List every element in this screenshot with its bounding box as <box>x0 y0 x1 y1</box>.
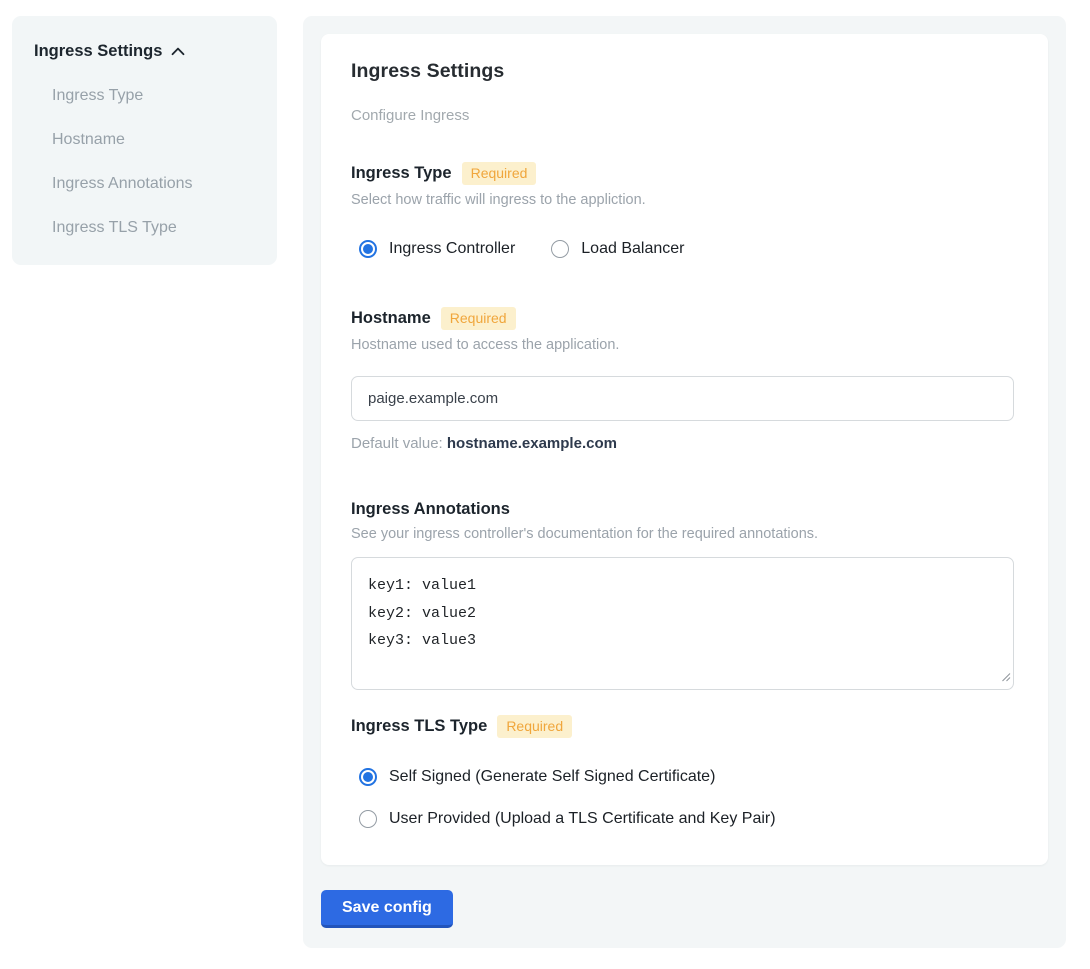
sidebar-item-ingress-annotations[interactable]: Ingress Annotations <box>52 175 257 193</box>
radio-option-ingress-controller[interactable]: Ingress Controller <box>359 240 515 258</box>
section-ingress-tls-type: Ingress TLS Type Required Self Signed (G… <box>351 715 1016 828</box>
hostname-description: Hostname used to access the application. <box>351 337 1016 353</box>
ingress-tls-type-label: Ingress TLS Type <box>351 717 487 736</box>
hostname-input[interactable] <box>351 376 1014 421</box>
chevron-up-icon <box>171 42 185 61</box>
ingress-settings-card: Ingress Settings Configure Ingress Ingre… <box>321 34 1048 865</box>
sidebar-item-list: Ingress Type Hostname Ingress Annotation… <box>34 87 257 237</box>
sidebar-item-hostname[interactable]: Hostname <box>52 131 257 149</box>
hostname-label: Hostname <box>351 309 431 328</box>
section-hostname: Hostname Required Hostname used to acces… <box>351 307 1016 452</box>
ingress-annotations-textarea[interactable]: key1: value1 key2: value2 key3: value3 <box>351 557 1014 690</box>
radio-option-load-balancer[interactable]: Load Balancer <box>551 240 684 258</box>
page-subtitle: Configure Ingress <box>351 107 1016 124</box>
radio-option-self-signed[interactable]: Self Signed (Generate Self Signed Certif… <box>359 768 1016 786</box>
radio-label: Ingress Controller <box>389 240 515 258</box>
ingress-settings-panel: Ingress Settings Configure Ingress Ingre… <box>303 16 1066 948</box>
default-value-label: Default value: <box>351 435 447 452</box>
default-value-text: hostname.example.com <box>447 435 617 452</box>
hostname-default-line: Default value: hostname.example.com <box>351 435 1016 452</box>
sidebar-item-ingress-type[interactable]: Ingress Type <box>52 87 257 105</box>
section-ingress-type: Ingress Type Required Select how traffic… <box>351 162 1016 258</box>
sidebar-group-label: Ingress Settings <box>34 42 162 61</box>
ingress-type-description: Select how traffic will ingress to the a… <box>351 192 1016 208</box>
page-title: Ingress Settings <box>351 60 1016 83</box>
radio-label: Self Signed (Generate Self Signed Certif… <box>389 768 715 786</box>
ingress-annotations-label: Ingress Annotations <box>351 500 510 519</box>
save-config-button[interactable]: Save config <box>321 890 453 928</box>
required-badge: Required <box>497 715 572 738</box>
radio-button-icon[interactable] <box>551 240 569 258</box>
required-badge: Required <box>462 162 537 185</box>
radio-button-icon[interactable] <box>359 810 377 828</box>
tls-type-radio-group: Self Signed (Generate Self Signed Certif… <box>351 768 1016 828</box>
radio-label: Load Balancer <box>581 240 684 258</box>
ingress-type-label: Ingress Type <box>351 164 452 183</box>
sidebar-item-ingress-tls-type[interactable]: Ingress TLS Type <box>52 219 257 237</box>
section-ingress-annotations: Ingress Annotations See your ingress con… <box>351 500 1016 690</box>
required-badge: Required <box>441 307 516 330</box>
radio-button-icon[interactable] <box>359 240 377 258</box>
settings-sidebar: Ingress Settings Ingress Type Hostname I… <box>12 16 277 265</box>
ingress-type-radio-group: Ingress Controller Load Balancer <box>351 240 1016 258</box>
radio-label: User Provided (Upload a TLS Certificate … <box>389 810 776 828</box>
radio-button-icon[interactable] <box>359 768 377 786</box>
ingress-annotations-description: See your ingress controller's documentat… <box>351 526 1016 542</box>
radio-option-user-provided[interactable]: User Provided (Upload a TLS Certificate … <box>359 810 1016 828</box>
sidebar-group-ingress-settings[interactable]: Ingress Settings <box>34 42 257 61</box>
